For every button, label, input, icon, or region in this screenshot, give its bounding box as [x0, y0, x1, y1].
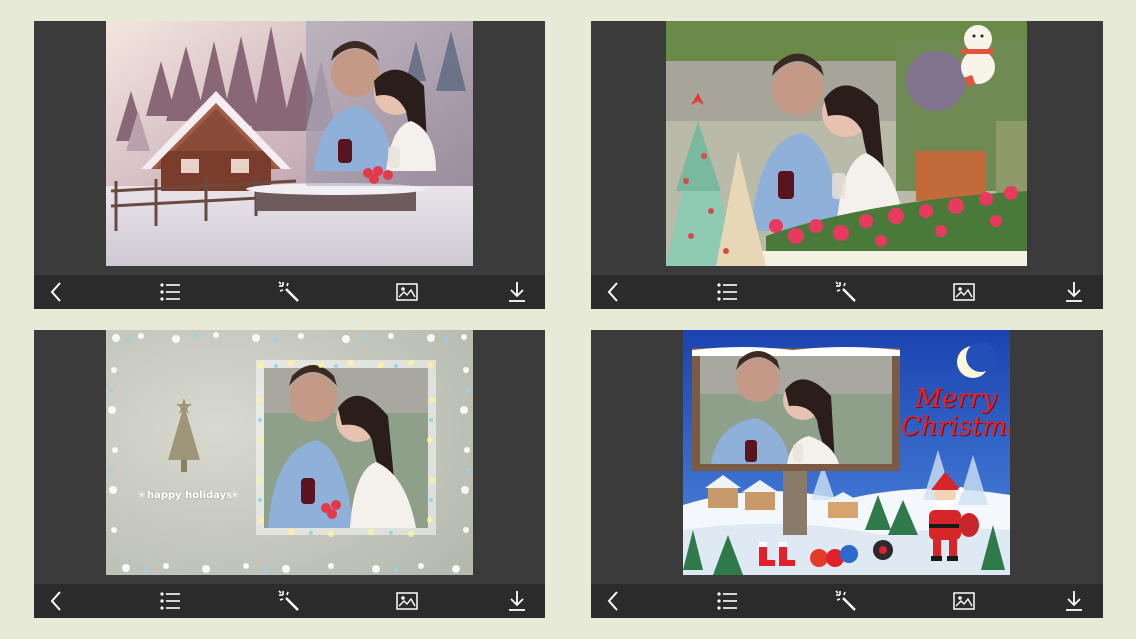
merry-line: Merry: [915, 384, 997, 414]
svg-text:✳: ✳: [138, 491, 146, 501]
download-icon: [1066, 282, 1082, 302]
toolbar: [591, 275, 1103, 309]
image-icon: [953, 283, 975, 301]
christmas-line: Christmas: [901, 412, 1010, 442]
frame-preview-winter-cabin[interactable]: [106, 21, 473, 266]
list-icon: [717, 283, 737, 301]
save-button[interactable]: [1062, 590, 1086, 612]
gallery-button[interactable]: [395, 281, 419, 303]
effects-button[interactable]: [277, 281, 301, 303]
image-icon: [396, 283, 418, 301]
magic-wand-icon: [278, 590, 299, 611]
preview-panel-4: Merry Christmas: [591, 330, 1103, 618]
preview-panel-1: [34, 21, 545, 309]
back-button[interactable]: [44, 590, 68, 612]
chevron-left-icon: [607, 282, 618, 302]
image-icon: [953, 592, 975, 610]
frames-list-button[interactable]: [715, 590, 739, 612]
merry-christmas-text: Merry Christmas: [901, 385, 1010, 441]
greeting-text: happy holidays: [147, 490, 233, 501]
effects-button[interactable]: [834, 590, 858, 612]
toolbar: [34, 275, 545, 309]
frame-preview-santa-billboard[interactable]: Merry Christmas: [683, 330, 1010, 575]
frames-list-button[interactable]: [158, 590, 182, 612]
winter-cabin-image: [106, 21, 473, 266]
toolbar: [591, 584, 1103, 618]
frame-preview-snowflake[interactable]: ✳ ✳ happy holidays: [106, 330, 473, 575]
save-button[interactable]: [1062, 281, 1086, 303]
back-button[interactable]: [44, 281, 68, 303]
toolbar: [34, 584, 545, 618]
preview-panel-2: [591, 21, 1103, 309]
santa-billboard-frame-image: [683, 330, 1010, 575]
list-icon: [160, 592, 180, 610]
back-button[interactable]: [601, 590, 625, 612]
frame-preview-christmas-tree[interactable]: [666, 21, 1027, 266]
save-button[interactable]: [505, 281, 529, 303]
magic-wand-icon: [835, 590, 856, 611]
download-icon: [509, 591, 525, 611]
frames-list-button[interactable]: [715, 281, 739, 303]
gallery-button[interactable]: [952, 281, 976, 303]
magic-wand-icon: [278, 281, 299, 302]
download-icon: [1066, 591, 1082, 611]
magic-wand-icon: [835, 281, 856, 302]
preview-panel-3: ✳ ✳ happy holidays: [34, 330, 545, 618]
gallery-button[interactable]: [952, 590, 976, 612]
save-button[interactable]: [505, 590, 529, 612]
svg-text:✳: ✳: [231, 491, 239, 501]
download-icon: [509, 282, 525, 302]
chevron-left-icon: [607, 591, 618, 611]
back-button[interactable]: [601, 281, 625, 303]
list-icon: [160, 283, 180, 301]
chevron-left-icon: [50, 282, 61, 302]
frames-list-button[interactable]: [158, 281, 182, 303]
gallery-button[interactable]: [395, 590, 419, 612]
chevron-left-icon: [50, 591, 61, 611]
christmas-tree-frame-image: [666, 21, 1027, 266]
snowflake-frame-image: ✳ ✳: [106, 330, 473, 575]
image-icon: [396, 592, 418, 610]
effects-button[interactable]: [277, 590, 301, 612]
list-icon: [717, 592, 737, 610]
effects-button[interactable]: [834, 281, 858, 303]
